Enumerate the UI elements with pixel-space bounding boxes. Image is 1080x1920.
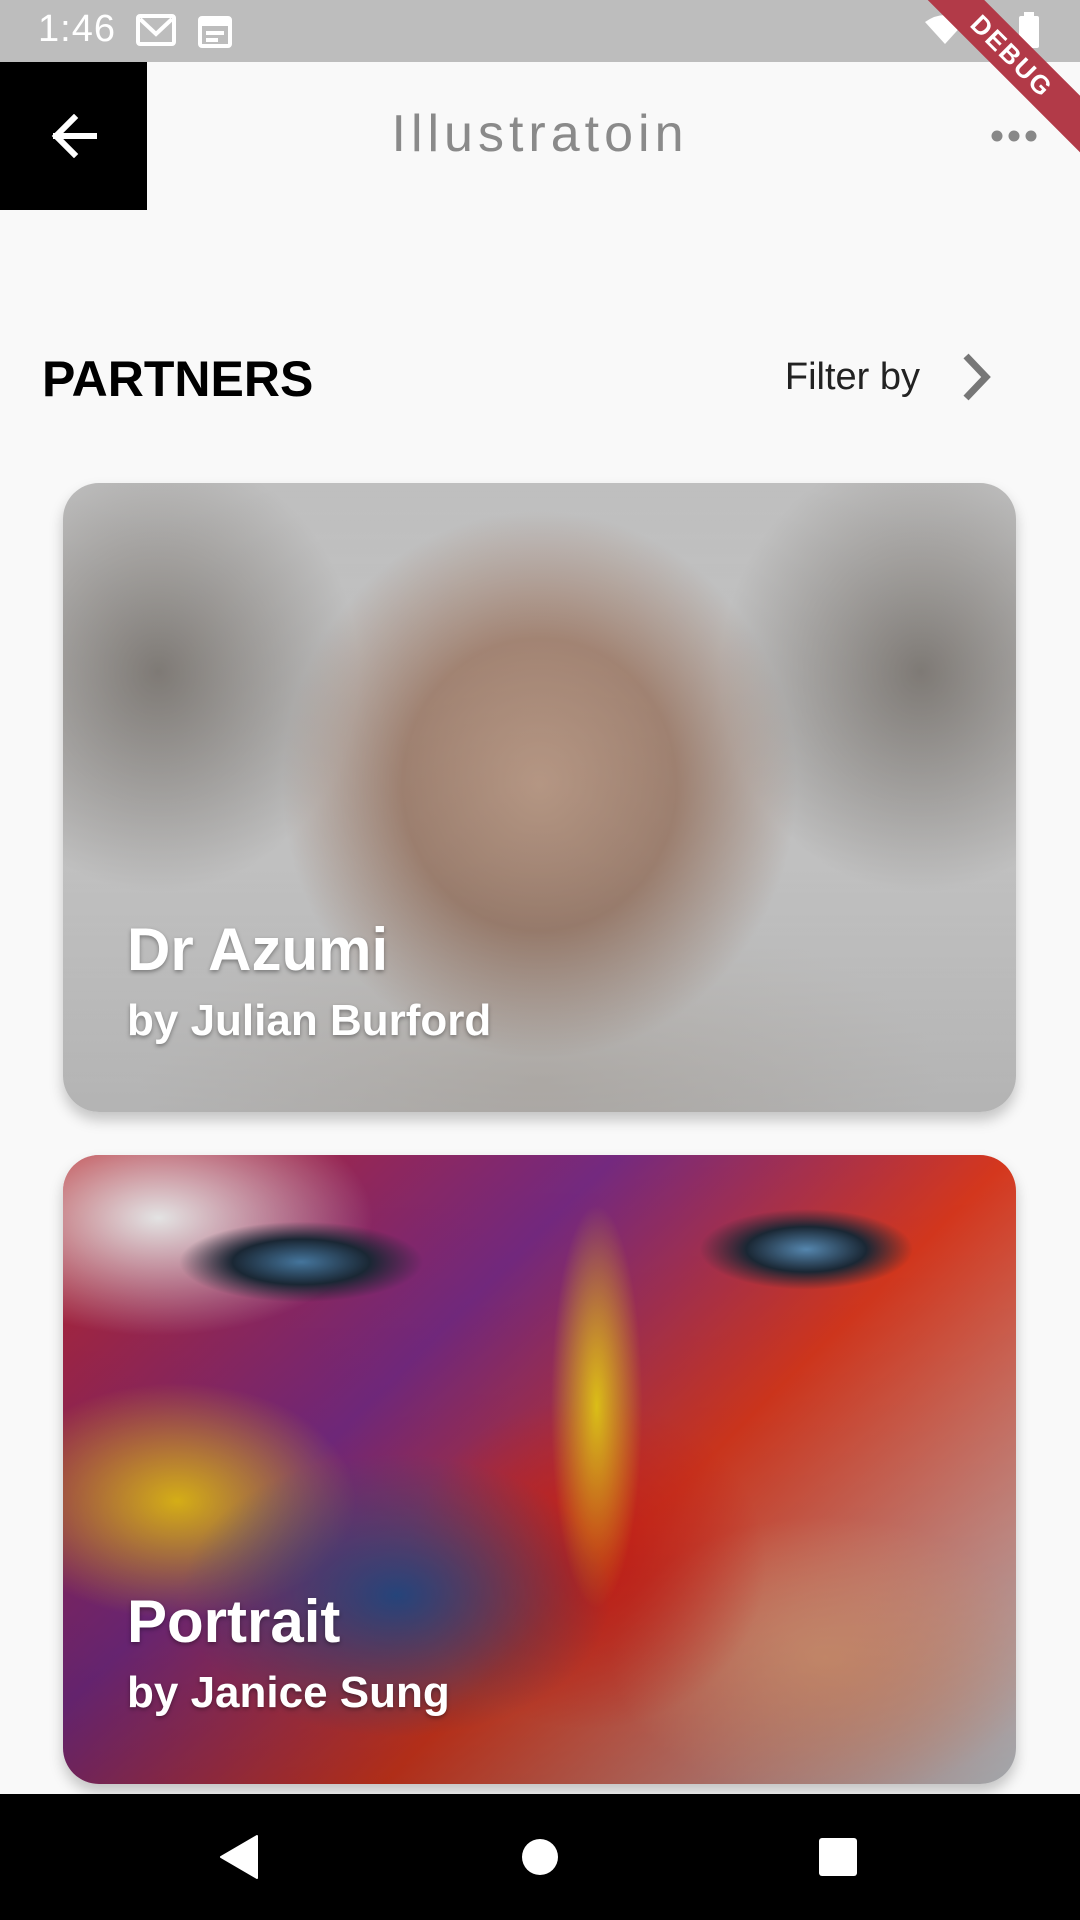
nav-home-icon [522, 1839, 558, 1875]
card-subtitle: by Julian Burford [127, 996, 492, 1045]
nav-recent-icon [819, 1838, 857, 1876]
gmail-icon [136, 14, 176, 46]
partner-card[interactable]: Portrait by Janice Sung [63, 1155, 1016, 1784]
more-horizontal-icon [991, 130, 1037, 142]
chevron-right-icon [963, 353, 991, 401]
partner-card[interactable]: Dr Azumi by Julian Burford [63, 483, 1016, 1112]
nav-home-button[interactable] [480, 1794, 600, 1920]
filter-button[interactable]: Filter by [785, 352, 992, 402]
filter-label: Filter by [784, 355, 920, 398]
nav-back-button[interactable] [180, 1794, 300, 1920]
nav-recent-button[interactable] [778, 1794, 898, 1920]
page-title: Illustratoin [391, 105, 689, 163]
card-title: Portrait [127, 1588, 341, 1655]
status-time: 1:46 [38, 8, 116, 50]
calendar-icon [198, 16, 232, 48]
card-subtitle: by Janice Sung [127, 1668, 450, 1717]
more-button[interactable] [984, 106, 1044, 166]
card-title: Dr Azumi [127, 916, 389, 983]
nav-back-icon [220, 1835, 258, 1879]
section-title: PARTNERS [42, 351, 314, 407]
status-bar: 1:46 [0, 0, 1080, 62]
system-nav-bar [0, 1794, 1080, 1920]
app-bar: Illustratoin [0, 62, 1080, 210]
